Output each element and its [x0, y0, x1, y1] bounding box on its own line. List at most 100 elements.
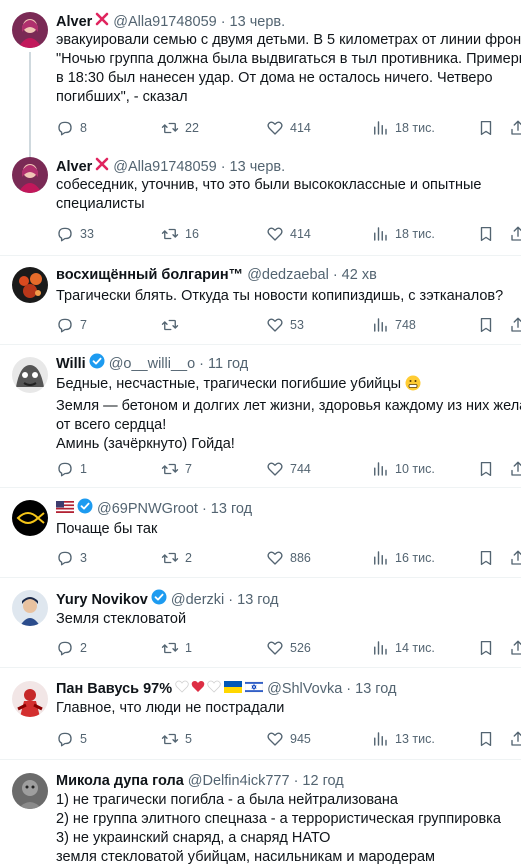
- bookmark-button[interactable]: [477, 548, 495, 568]
- like-button[interactable]: 744: [266, 459, 311, 479]
- views-button[interactable]: 18 тис.: [371, 224, 435, 244]
- repost-button[interactable]: 7: [161, 459, 192, 479]
- display-name[interactable]: Пан Вавусь 97%: [56, 679, 172, 699]
- user-handle[interactable]: @o__willi__o: [109, 354, 195, 374]
- share-icon: [509, 225, 521, 243]
- tweet-text: Почаще бы так: [56, 520, 516, 539]
- like-button[interactable]: 886: [266, 548, 311, 568]
- tweet-delfin4ick777[interactable]: Микола дупа гола @Delfin4ick777 · 12 год…: [0, 759, 521, 868]
- timestamp[interactable]: 42 хв: [342, 265, 377, 285]
- repost-button[interactable]: 1: [161, 638, 192, 658]
- reply-button[interactable]: 1: [56, 459, 87, 479]
- bookmark-button[interactable]: [477, 459, 495, 479]
- tweet-shlvovka[interactable]: Пан Вавусь 97% @ShlVovka · 13 год Главно…: [0, 667, 521, 757]
- avatar[interactable]: [12, 681, 48, 717]
- repost-button[interactable]: 5: [161, 729, 192, 749]
- share-button[interactable]: [509, 729, 521, 749]
- share-icon: [509, 316, 521, 334]
- share-button[interactable]: [509, 548, 521, 568]
- user-handle[interactable]: @Delfin4ick777: [188, 771, 290, 791]
- repost-button[interactable]: 22: [161, 118, 199, 138]
- display-name[interactable]: Alver: [56, 157, 92, 177]
- share-icon: [509, 549, 521, 567]
- reposts-count: 5: [185, 732, 192, 746]
- share-button[interactable]: [509, 459, 521, 479]
- tweet-alver-2[interactable]: Alver @Alla91748059 · 13 черв. собеседни…: [0, 157, 521, 247]
- timestamp[interactable]: 13 черв.: [230, 12, 286, 32]
- reply-icon: [56, 549, 74, 567]
- views-button[interactable]: 18 тис.: [371, 118, 435, 138]
- text-line: 1) не трагически погибла - а была нейтра…: [56, 792, 398, 808]
- timestamp[interactable]: 13 черв.: [230, 157, 286, 177]
- display-name[interactable]: Willi: [56, 354, 86, 374]
- timestamp[interactable]: 13 год: [211, 499, 252, 519]
- views-button[interactable]: 14 тис.: [371, 638, 435, 658]
- views-button[interactable]: 16 тис.: [371, 548, 435, 568]
- avatar[interactable]: [12, 357, 48, 393]
- display-name[interactable]: Микола дупа гола: [56, 771, 184, 791]
- display-name[interactable]: восхищённый болгарин™: [56, 265, 243, 285]
- avatar[interactable]: [12, 590, 48, 626]
- views-button[interactable]: 10 тис.: [371, 459, 435, 479]
- reply-button[interactable]: 2: [56, 638, 87, 658]
- user-handle[interactable]: @Alla91748059: [113, 12, 216, 32]
- like-button[interactable]: 945: [266, 729, 311, 749]
- user-handle[interactable]: @derzki: [171, 590, 224, 610]
- tweet-alver-1[interactable]: Alver @Alla91748059 · 13 черв. эвакуиров…: [0, 12, 521, 162]
- reply-icon: [56, 730, 74, 748]
- repost-button[interactable]: 16: [161, 224, 199, 244]
- tweet-willi[interactable]: Willi @o__willi__o · 11 год Бедные, несч…: [0, 344, 521, 482]
- like-button[interactable]: 414: [266, 224, 311, 244]
- views-button[interactable]: 13 тис.: [371, 729, 435, 749]
- views-icon: [371, 460, 389, 478]
- avatar[interactable]: [12, 267, 48, 303]
- timestamp[interactable]: 13 год: [237, 590, 278, 610]
- bookmark-button[interactable]: [477, 224, 495, 244]
- bookmark-button[interactable]: [477, 118, 495, 138]
- user-handle[interactable]: @Alla91748059: [113, 157, 216, 177]
- reply-button[interactable]: 8: [56, 118, 87, 138]
- repost-button[interactable]: [161, 315, 185, 335]
- share-button[interactable]: [509, 315, 521, 335]
- reply-button[interactable]: 3: [56, 548, 87, 568]
- like-button[interactable]: 53: [266, 315, 304, 335]
- views-count: 13 тис.: [395, 732, 435, 746]
- views-button[interactable]: 748: [371, 315, 416, 335]
- bookmark-button[interactable]: [477, 729, 495, 749]
- bookmark-button[interactable]: [477, 638, 495, 658]
- avatar[interactable]: [12, 773, 48, 809]
- user-handle[interactable]: @ShlVovka: [267, 679, 342, 699]
- user-handle[interactable]: @dedzaebal: [247, 265, 329, 285]
- text-line: земля стекловатой убийцам, насильникам и…: [56, 849, 435, 865]
- reply-button[interactable]: 5: [56, 729, 87, 749]
- timestamp[interactable]: 12 год: [302, 771, 343, 791]
- user-handle[interactable]: @69PNWGroot: [97, 499, 198, 519]
- like-button[interactable]: 526: [266, 638, 311, 658]
- reply-button[interactable]: 33: [56, 224, 94, 244]
- tweet-header: @69PNWGroot · 13 год: [56, 498, 252, 519]
- tweet-derzki[interactable]: Yury Novikov @derzki · 13 год Земля стек…: [0, 577, 521, 665]
- tweet-text: 1) не трагически погибла - а была нейтра…: [56, 791, 516, 867]
- bookmark-button[interactable]: [477, 315, 495, 335]
- repost-button[interactable]: 2: [161, 548, 192, 568]
- display-name[interactable]: Alver: [56, 12, 92, 32]
- tweet-dedzaebal[interactable]: восхищённый болгарин™ @dedzaebal · 42 хв…: [0, 255, 521, 340]
- text-line: Земля — бетоном и долгих лет жизни, здор…: [56, 398, 521, 414]
- replies-count: 8: [80, 121, 87, 135]
- reply-button[interactable]: 7: [56, 315, 87, 335]
- replies-count: 3: [80, 551, 87, 565]
- tweet-69pnwgroot[interactable]: @69PNWGroot · 13 год Почаще бы так 3 2 886…: [0, 487, 521, 575]
- avatar[interactable]: [12, 157, 48, 193]
- avatar[interactable]: [12, 12, 48, 48]
- share-button[interactable]: [509, 638, 521, 658]
- avatar[interactable]: [12, 500, 48, 536]
- tweet-text: эвакуировали семью с двумя детьми. В 5 к…: [56, 31, 521, 107]
- timestamp[interactable]: 13 год: [355, 679, 396, 699]
- like-button[interactable]: 414: [266, 118, 311, 138]
- action-bar: 3 2 886 16 тис.: [56, 548, 521, 568]
- share-button[interactable]: [509, 224, 521, 244]
- timestamp[interactable]: 11 год: [208, 354, 248, 374]
- action-bar: 7 53 748: [56, 315, 521, 335]
- display-name[interactable]: Yury Novikov: [56, 590, 148, 610]
- share-button[interactable]: [509, 118, 521, 138]
